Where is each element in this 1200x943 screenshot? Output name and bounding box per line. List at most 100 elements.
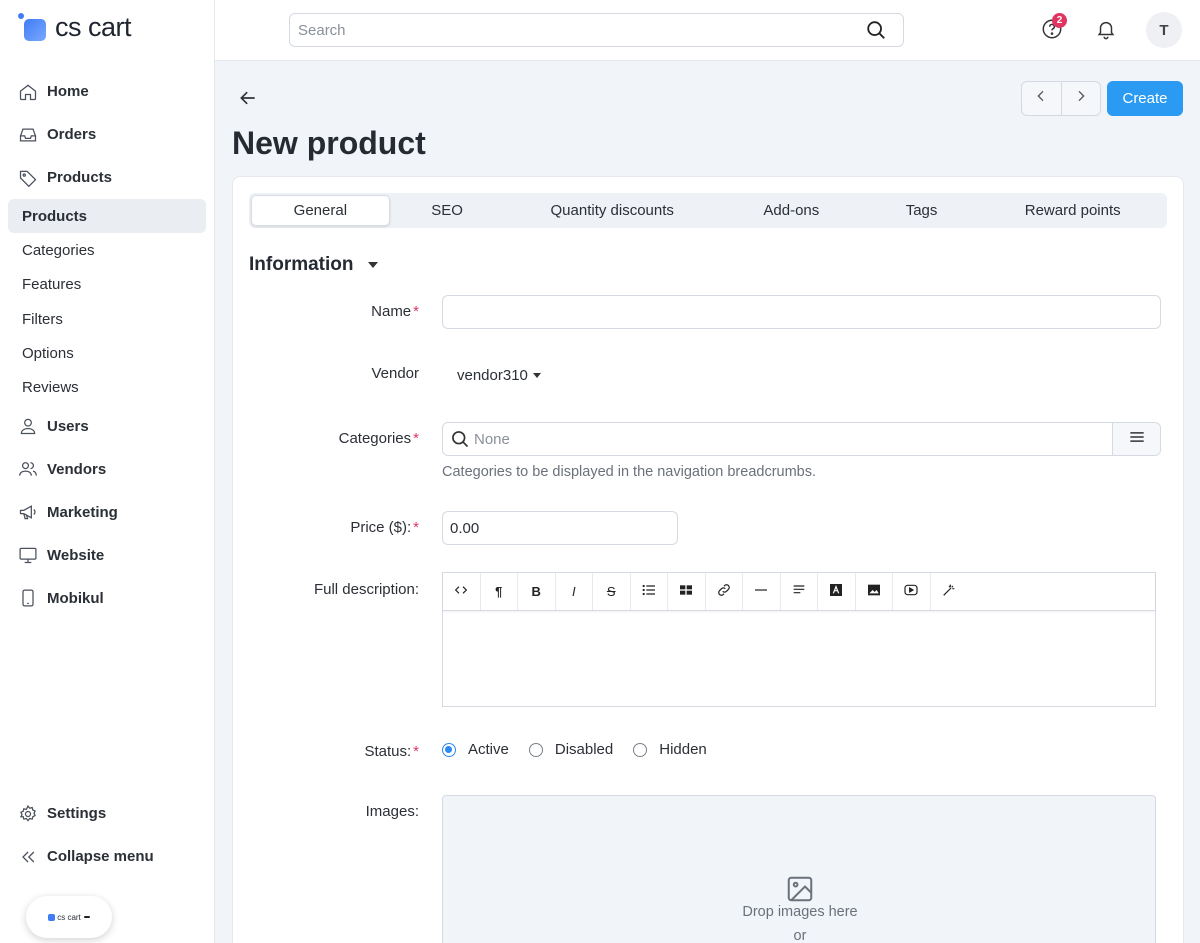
italic-icon: I — [571, 584, 576, 599]
page-title: New product — [232, 125, 426, 161]
status-option-label: Disabled — [554, 741, 614, 758]
magic-wand-icon — [941, 582, 957, 601]
status-active-radio[interactable]: Active — [442, 741, 509, 758]
notifications-button[interactable] — [1095, 18, 1117, 40]
sidebar-subitem-options[interactable]: Options — [8, 336, 206, 370]
sidebar-item-marketing[interactable]: Marketing — [8, 491, 206, 534]
sidebar-item-website[interactable]: Website — [8, 534, 206, 577]
logo-mark-icon — [18, 12, 48, 43]
horizontal-rule-button[interactable] — [743, 573, 781, 610]
phone-icon — [18, 588, 38, 608]
tag-icon — [18, 168, 38, 188]
search-input[interactable] — [298, 21, 865, 39]
sidebar-item-label: Website — [47, 546, 105, 564]
sidebar-item-settings[interactable]: Settings — [8, 792, 206, 835]
sidebar-item-label: Orders — [47, 126, 97, 143]
image-placeholder-icon — [785, 874, 815, 904]
paragraph-button[interactable]: ¶ — [481, 573, 518, 610]
table-button[interactable] — [668, 573, 706, 610]
bold-icon: B — [531, 584, 541, 599]
tab-bar: General SEO Quantity discounts Add-ons T… — [249, 193, 1167, 228]
help-button[interactable]: 2 — [1041, 13, 1067, 40]
categories-list-button[interactable] — [1112, 423, 1160, 455]
font-color-button[interactable] — [818, 573, 856, 610]
table-icon — [678, 582, 694, 601]
price-field[interactable] — [442, 511, 678, 545]
align-button[interactable] — [781, 573, 818, 610]
description-editor: ¶ B I S — [442, 572, 1156, 707]
logo[interactable]: cs cart — [18, 12, 132, 43]
bell-icon — [1095, 21, 1117, 44]
sidebar-item-products[interactable]: Products — [8, 156, 206, 199]
images-dropzone[interactable]: Drop images here or — [442, 795, 1156, 943]
name-label: Name * — [371, 303, 419, 320]
help-icon — [1041, 19, 1063, 44]
search-box — [289, 13, 904, 47]
status-disabled-radio[interactable]: Disabled — [528, 741, 614, 758]
price-label: Price ($): * — [350, 519, 419, 536]
create-button[interactable]: Create — [1107, 81, 1183, 116]
cs-cart-badge[interactable]: cs cart — [26, 896, 112, 938]
tab-tags[interactable]: Tags — [863, 195, 981, 226]
code-view-button[interactable] — [443, 573, 481, 610]
status-option-label: Hidden — [659, 741, 707, 758]
strikethrough-button[interactable]: S — [593, 573, 631, 610]
italic-button[interactable]: I — [556, 573, 593, 610]
avatar[interactable]: T — [1146, 12, 1182, 48]
bullet-list-button[interactable] — [631, 573, 668, 610]
megaphone-icon — [18, 502, 38, 522]
sidebar-subitem-features[interactable]: Features — [8, 268, 206, 302]
product-form-card: General SEO Quantity discounts Add-ons T… — [232, 176, 1184, 943]
dropzone-text: Drop images here — [742, 904, 858, 920]
next-button[interactable] — [1062, 82, 1101, 115]
sidebar-subitem-reviews[interactable]: Reviews — [8, 370, 206, 404]
editor-toolbar: ¶ B I S — [443, 573, 1155, 611]
tab-general[interactable]: General — [251, 195, 390, 226]
sidebar-item-vendors[interactable]: Vendors — [8, 448, 206, 491]
sidebar-item-home[interactable]: Home — [8, 70, 206, 113]
sidebar-subitem-categories[interactable]: Categories — [8, 233, 206, 267]
insert-image-button[interactable] — [856, 573, 893, 610]
horizontal-line-icon — [753, 582, 769, 601]
logo-text: cs cart — [55, 12, 132, 42]
image-icon — [866, 582, 882, 601]
price-label-text: Price ($): — [350, 519, 412, 536]
badge-text: cs cart — [57, 912, 81, 922]
link-button[interactable] — [706, 573, 743, 610]
collapse-menu-label: Collapse menu — [47, 848, 154, 865]
search-icon[interactable] — [865, 19, 887, 41]
categories-search-input[interactable] — [474, 430, 1112, 448]
section-information-toggle[interactable]: Information — [249, 254, 378, 276]
categories-hint: Categories to be displayed in the naviga… — [442, 464, 817, 480]
status-hidden-radio[interactable]: Hidden — [633, 741, 707, 758]
sidebar-item-users[interactable]: Users — [8, 405, 206, 448]
badge-tag — [83, 916, 90, 918]
sidebar-item-label: Users — [47, 417, 89, 435]
bold-button[interactable]: B — [518, 573, 556, 610]
font-color-icon — [828, 582, 844, 601]
required-asterisk: * — [413, 743, 419, 760]
video-icon — [903, 582, 919, 601]
categories-label: Categories * — [339, 430, 419, 447]
collapse-menu-button[interactable]: Collapse menu — [8, 835, 206, 878]
status-label: Status: * — [364, 743, 419, 760]
back-button[interactable] — [238, 88, 258, 108]
sidebar-item-mobikul[interactable]: Mobikul — [8, 577, 206, 620]
tab-quantity-discounts[interactable]: Quantity discounts — [504, 195, 720, 226]
sidebar-item-label: Marketing — [47, 503, 118, 521]
name-field[interactable] — [442, 295, 1161, 329]
sidebar-nav: Home Orders Products Products Categories… — [8, 70, 206, 620]
tab-seo[interactable]: SEO — [390, 195, 505, 226]
tab-reward-points[interactable]: Reward points — [980, 195, 1165, 226]
previous-button[interactable] — [1022, 82, 1062, 115]
search-icon — [450, 429, 470, 449]
sidebar-subitem-products[interactable]: Products — [8, 199, 206, 234]
magic-button[interactable] — [931, 573, 969, 610]
vendor-value: vendor310 — [457, 367, 528, 384]
sidebar-item-orders[interactable]: Orders — [8, 113, 206, 156]
name-label-text: Name — [371, 303, 412, 320]
tab-add-ons[interactable]: Add-ons — [720, 195, 863, 226]
sidebar-subitem-filters[interactable]: Filters — [8, 302, 206, 336]
vendor-select[interactable]: vendor310 — [457, 367, 541, 384]
insert-video-button[interactable] — [893, 573, 931, 610]
